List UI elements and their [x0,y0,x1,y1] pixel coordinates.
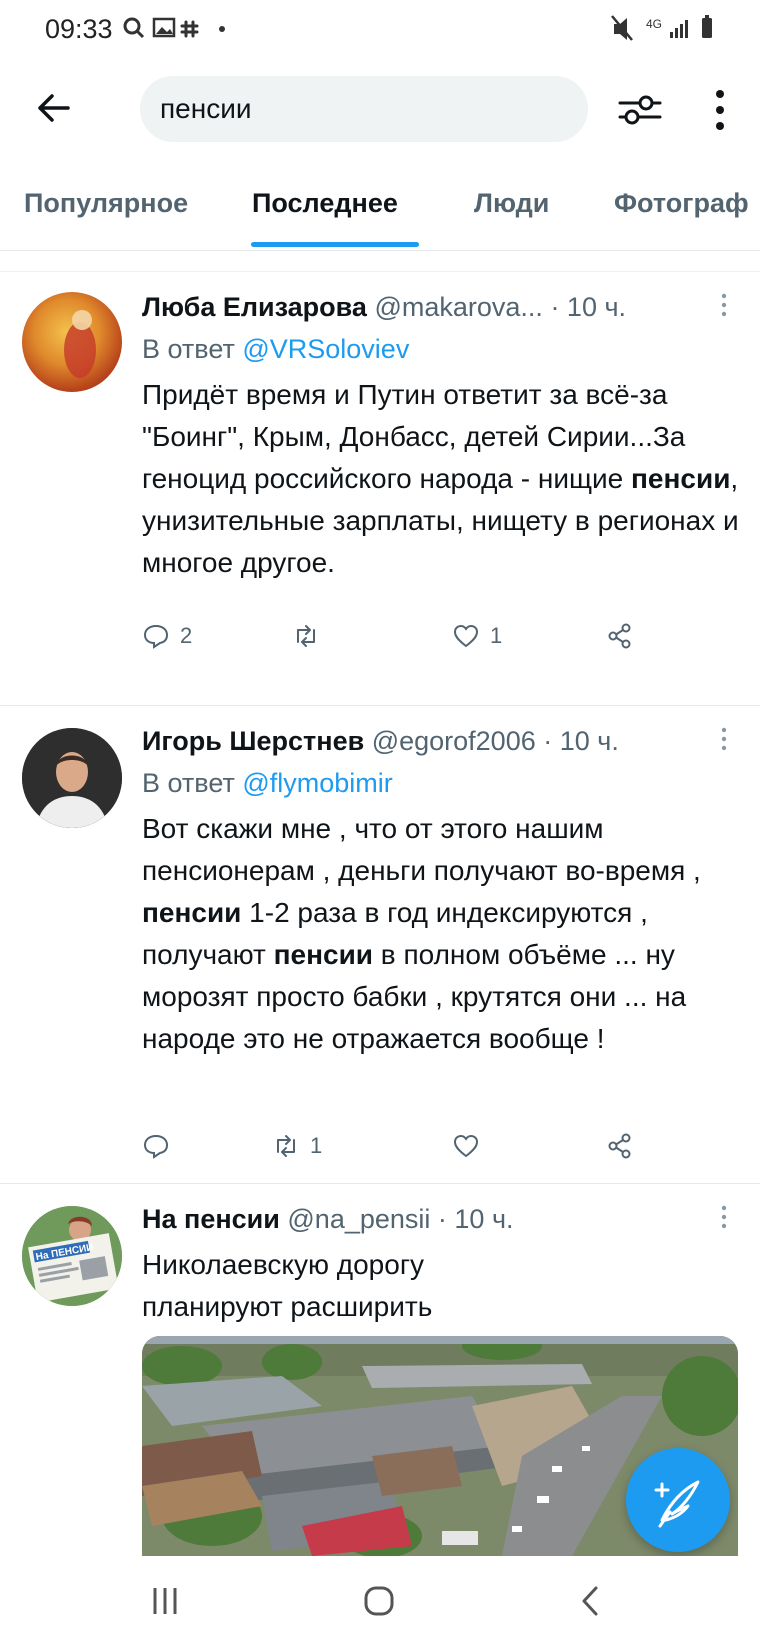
back-icon [582,1586,598,1616]
home-button[interactable] [362,1584,396,1618]
avatar[interactable] [22,292,122,392]
tweet-card[interactable]: Люба Елизарова @makarova... · 10 ч. В от… [0,272,760,706]
retweet-icon [297,625,315,647]
tweet-menu-button[interactable] [718,292,730,326]
author-name[interactable]: На пенсии [142,1204,280,1234]
status-bar: 09:33 4G [0,0,760,60]
tweet-time: · 10 ч. [437,1204,514,1234]
tweet-menu-button[interactable] [718,1204,730,1238]
reply-prefix: В ответ [142,768,235,798]
search-input[interactable]: пенсии [140,76,588,142]
divider [0,251,760,272]
slack-icon [180,20,199,38]
reply-icon [143,1134,169,1159]
avatar[interactable]: На ПЕНСИИ [22,1206,122,1306]
retweet-button[interactable]: 1 [272,1128,322,1164]
status-right-icons: 4G [610,12,730,46]
more-vertical-icon [721,293,727,317]
tweet-menu-button[interactable] [718,726,730,760]
search-filter-button[interactable] [616,86,664,134]
tab-latest[interactable]: Последнее [252,188,398,219]
more-vertical-icon [721,1205,727,1229]
signal-icon [670,20,688,38]
recent-apps-button[interactable] [150,1584,180,1618]
author-name[interactable]: Игорь Шерстнев [142,726,364,756]
tweet-text-part: Вот скажи мне , что от этого нашим пенси… [142,813,701,886]
retweet-icon [277,1135,295,1157]
compose-feather-icon [654,1480,700,1528]
like-button[interactable] [452,1128,490,1164]
sliders-icon [618,95,662,125]
author-name[interactable]: Люба Елизарова [142,292,367,322]
author-handle[interactable]: @makarova... [374,292,542,322]
share-button[interactable] [606,1128,634,1164]
search-highlight: пенсии [142,897,242,928]
home-icon [364,1586,394,1616]
tweet-text: Придёт время и Путин ответит за всё-за "… [142,374,742,584]
reply-count: 2 [180,623,193,648]
heart-icon [453,1134,479,1158]
compose-tweet-button[interactable] [626,1448,730,1552]
active-tab-indicator [251,242,419,247]
reply-button[interactable]: 2 [142,618,192,654]
reply-prefix: В ответ [142,334,235,364]
mute-icon [611,15,633,41]
tweet-text: Вот скажи мне , что от этого нашим пенси… [142,808,742,1060]
tweet-actions: 2 1 [142,618,662,654]
search-highlight: пенсии [631,463,731,494]
author-handle[interactable]: @egorof2006 [372,726,536,756]
heart-icon [453,624,479,648]
tweet-actions: 1 [142,1128,662,1164]
author-handle[interactable]: @na_pensii [287,1204,430,1234]
battery-icon [702,15,712,38]
more-options-button[interactable] [700,86,740,134]
search-highlight: пенсии [273,939,374,970]
retweet-count: 1 [310,1133,323,1158]
reply-mention-link[interactable]: @VRSoloviev [242,334,409,364]
tweet-header: Игорь Шерстнев @egorof2006 · 10 ч. [142,726,619,757]
status-left-icons [122,14,242,44]
tweet-text-part: Придёт время и Путин ответит за всё-за "… [142,379,686,494]
tab-photos[interactable]: Фотограф [614,188,749,219]
tweet-header: На пенсии @na_pensii · 10 ч. [142,1204,514,1235]
system-back-button[interactable] [578,1584,604,1618]
tweet-time: · 10 ч. [543,726,619,756]
reply-context: В ответ @VRSoloviev [142,334,409,365]
tab-people[interactable]: Люди [474,188,549,219]
like-button[interactable]: 1 [452,618,502,654]
recent-apps-icon [153,1588,177,1614]
retweet-button[interactable] [292,618,330,654]
system-nav-bar [0,1556,760,1647]
reply-button[interactable] [142,1128,180,1164]
more-vertical-icon [716,90,724,130]
share-button[interactable] [606,618,634,654]
reply-context: В ответ @flymobimir [142,768,393,799]
reply-mention-link[interactable]: @flymobimir [242,768,392,798]
back-button[interactable] [28,82,80,134]
share-icon [608,623,631,649]
tweet-card[interactable]: Игорь Шерстнев @egorof2006 · 10 ч. В отв… [0,706,760,1184]
dot-icon [219,26,225,32]
tweet-time: · 10 ч. [550,292,627,322]
avatar[interactable] [22,728,122,828]
more-vertical-icon [721,727,727,751]
arrow-left-icon [38,94,70,122]
reply-icon [143,624,169,649]
share-icon [608,1133,631,1159]
search-icon [123,17,145,39]
4g-icon: 4G [646,17,662,31]
gallery-icon [152,17,176,38]
status-time: 09:33 [45,14,113,44]
search-tabs: Популярное Последнее Люди Фотограф [0,170,760,251]
tab-popular[interactable]: Популярное [24,188,188,219]
tweet-text: Николаевскую дорогу планируют расширить [142,1249,433,1322]
like-count: 1 [490,623,503,648]
tweet-header: Люба Елизарова @makarova... · 10 ч. [142,292,626,323]
